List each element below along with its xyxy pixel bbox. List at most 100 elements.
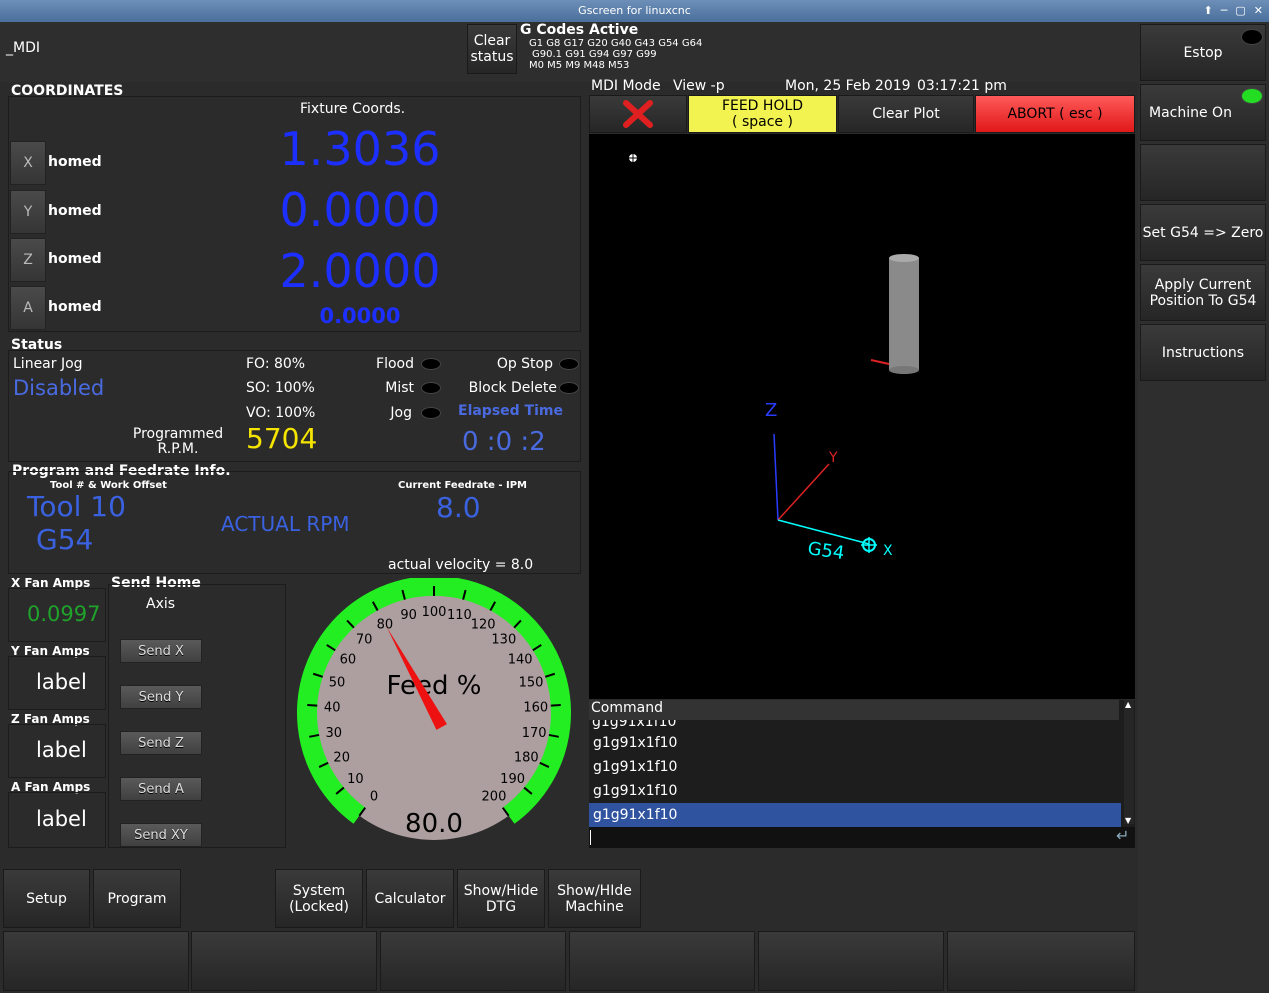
current-feedrate-value: 8.0 <box>436 491 481 524</box>
command-row-selected[interactable]: g1g91x1f10 <box>589 803 1121 827</box>
date-label: Mon, 25 Feb 2019 <box>785 78 911 94</box>
gauge-tick-label: 190 <box>500 772 525 787</box>
so-label: SO: 100% <box>246 380 315 396</box>
time-label: 03:17:21 pm <box>917 78 1007 94</box>
machine-on-label: Machine On <box>1149 104 1232 121</box>
axis-a-value: 0.0000 <box>319 304 401 328</box>
actual-rpm-label: ACTUAL RPM <box>221 512 350 536</box>
gauge-tick-label: 140 <box>508 652 533 667</box>
send-x-button[interactable]: Send X <box>120 639 202 663</box>
mdi-mode-label: MDI Mode <box>591 78 661 94</box>
gauge-tick-label: 90 <box>400 608 417 623</box>
set-g54-zero-button[interactable]: Set G54 => Zero <box>1140 204 1266 261</box>
clear-status-button[interactable]: Clear status <box>467 24 517 74</box>
cancel-button[interactable] <box>589 95 687 133</box>
work-offset: G54 <box>36 523 94 556</box>
axis-a-button[interactable]: A <box>10 286 46 330</box>
keep-above-icon[interactable]: ⬆ <box>1204 0 1213 22</box>
vo-label: VO: 100% <box>246 405 316 421</box>
jog-label: Jog <box>390 405 412 421</box>
gauge-tick-label: 10 <box>347 772 364 787</box>
fixture-coords-label: Fixture Coords. <box>300 101 406 117</box>
send-y-button[interactable]: Send Y <box>120 685 202 709</box>
gauge-value: 80.0 <box>405 809 463 839</box>
block-delete-label: Block Delete <box>468 380 557 396</box>
feed-hold-label: FEED HOLD <box>721 98 804 114</box>
blank-right-button[interactable] <box>1140 144 1266 201</box>
linear-jog-label: Linear Jog <box>13 356 83 372</box>
send-home-panel <box>108 584 286 848</box>
gauge-tick-label: 60 <box>340 652 357 667</box>
axis-x-status: homed <box>48 154 102 170</box>
abort-button[interactable]: ABORT ( esc ) <box>975 95 1135 133</box>
mist-led <box>421 382 441 394</box>
command-header: Command <box>589 700 1119 720</box>
send-xy-button[interactable]: Send XY <box>120 823 202 847</box>
minimize-icon[interactable]: ─ <box>1221 0 1228 22</box>
bottom-blank-button-2[interactable] <box>191 931 377 991</box>
command-row[interactable]: g1g91x1f10 <box>589 779 1121 803</box>
block-delete-led <box>559 382 579 394</box>
apply-position-g54-button[interactable]: Apply Current Position To G54 <box>1140 264 1266 321</box>
system-button[interactable]: System (Locked) <box>275 869 363 928</box>
gauge-tick-label: 80 <box>377 618 394 633</box>
axis-a-status: homed <box>48 299 102 315</box>
instructions-button[interactable]: Instructions <box>1140 324 1266 381</box>
jog-state: Disabled <box>13 376 105 400</box>
feed-hold-button[interactable]: FEED HOLD ( space ) <box>688 95 837 133</box>
maximize-icon[interactable]: ▢ <box>1235 0 1245 22</box>
text-cursor <box>590 830 591 845</box>
mdi-command-input[interactable] <box>589 827 1135 848</box>
enter-icon[interactable]: ↵ <box>1116 826 1129 845</box>
op-stop-label: Op Stop <box>496 356 553 372</box>
elapsed-time-label: Elapsed Time <box>458 403 563 419</box>
axis-y-status: homed <box>48 203 102 219</box>
bottom-blank-button-3[interactable] <box>380 931 566 991</box>
axis-y-value: 0.0000 <box>279 183 441 237</box>
show-hide-machine-button[interactable]: Show/HIde Machine <box>548 869 641 928</box>
send-a-button[interactable]: Send A <box>120 777 202 801</box>
command-row[interactable]: g1g91x1f10 <box>589 731 1121 755</box>
bottom-blank-button-5[interactable] <box>758 931 944 991</box>
gauge-tick-label: 150 <box>519 675 544 690</box>
plot-drawing: Z Y X G54 <box>627 152 919 564</box>
gauge-tick <box>550 704 561 707</box>
actual-velocity: actual velocity = 8.0 <box>388 557 534 573</box>
estop-label: Estop <box>1183 44 1223 61</box>
programmed-rpm-value: 5704 <box>246 422 318 455</box>
show-hide-dtg-button[interactable]: Show/Hide DTG <box>457 869 545 928</box>
axis-z-button[interactable]: Z <box>10 238 46 282</box>
origin-marker-icon <box>627 152 639 164</box>
bottom-blank-button-1[interactable] <box>3 931 189 991</box>
clear-plot-button[interactable]: Clear Plot <box>838 95 974 133</box>
jog-led <box>421 407 441 419</box>
op-stop-led <box>559 358 579 370</box>
gcodes-line3: M0 M5 M9 M48 M53 <box>529 60 630 71</box>
program-button[interactable]: Program <box>93 869 181 928</box>
gauge-title: Feed % <box>387 671 482 701</box>
mist-label: Mist <box>385 380 414 396</box>
axis-y-button[interactable]: Y <box>10 190 46 234</box>
send-z-button[interactable]: Send Z <box>120 731 202 755</box>
estop-led <box>1241 29 1263 45</box>
setup-button[interactable]: Setup <box>3 869 90 928</box>
gcodes-panel: G Codes Active G1 G8 G17 G20 G40 G43 G54… <box>520 22 820 71</box>
calculator-button[interactable]: Calculator <box>366 869 454 928</box>
axis-z-value: 2.0000 <box>279 244 441 298</box>
scroll-up-icon[interactable]: ▲ <box>1125 700 1131 709</box>
command-row[interactable]: g1g91x1f10 <box>589 755 1121 779</box>
red-x-icon <box>623 100 653 128</box>
gauge-tick-label: 0 <box>370 790 378 805</box>
command-scrollbar[interactable] <box>1124 700 1134 824</box>
close-icon[interactable]: ✕ <box>1254 0 1263 22</box>
window-title-bar: Gscreen for linuxcnc <box>0 0 1269 22</box>
bottom-blank-button-4[interactable] <box>569 931 755 991</box>
gauge-tick-label: 40 <box>324 701 341 716</box>
axis-x-button[interactable]: X <box>10 141 46 185</box>
send-home-axis-label: Axis <box>146 596 176 612</box>
plot-x-label: X <box>883 543 893 559</box>
gauge-tick-label: 200 <box>482 790 507 805</box>
command-partial-row: g1g91x1f10 <box>592 720 677 730</box>
scroll-down-icon[interactable]: ▼ <box>1125 816 1131 825</box>
bottom-blank-button-6[interactable] <box>947 931 1135 991</box>
